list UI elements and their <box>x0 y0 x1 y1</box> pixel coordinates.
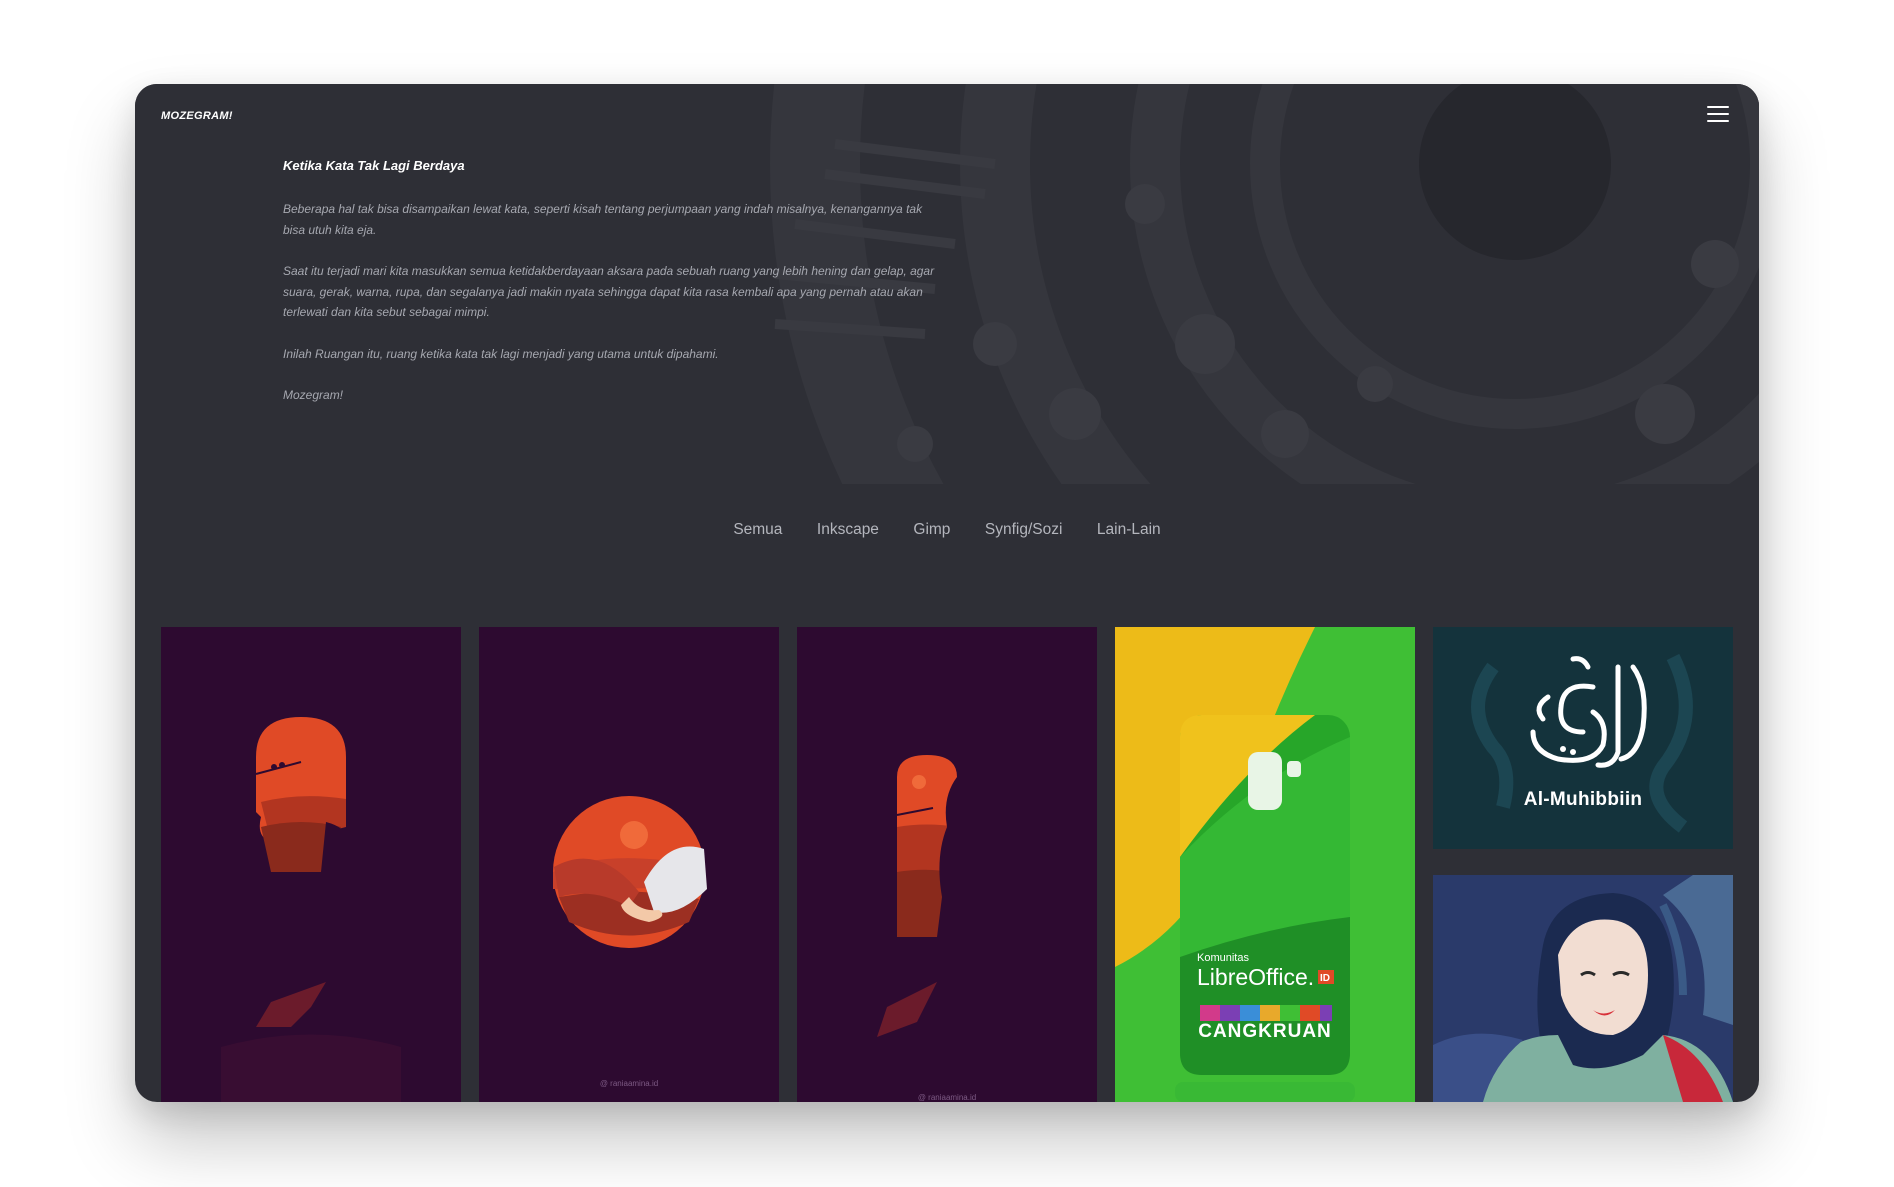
intro-text-block: Ketika Kata Tak Lagi Berdaya Beberapa ha… <box>283 158 943 427</box>
category-filter-nav: Semua Inkscape Gimp Synfig/Sozi Lain-Lai… <box>135 521 1759 539</box>
intro-paragraph: Beberapa hal tak bisa disampaikan lewat … <box>283 202 923 237</box>
libreoffice-phone-case-design: Komunitas LibreOffice. ID CANGKRUAN <box>1115 627 1415 1102</box>
hamburger-menu-icon[interactable] <box>1707 106 1729 124</box>
menu-line <box>1707 106 1729 108</box>
menu-line <box>1707 120 1729 122</box>
filter-lain-lain[interactable]: Lain-Lain <box>1097 521 1161 539</box>
intro-paragraph: Saat itu terjadi mari kita masukkan semu… <box>283 264 935 319</box>
gallery-item-holding-hands[interactable]: @ raniaamina.id <box>479 627 779 1102</box>
intro-signature: Mozegram! <box>283 388 344 402</box>
gallery-item-al-muhibbiin[interactable]: Al-Muhibbiin <box>1433 627 1733 849</box>
artwork-credit: @ raniaamina.id <box>599 1079 659 1088</box>
intro-paragraph: Inilah Ruangan itu, ruang ketika kata ta… <box>283 346 719 361</box>
al-muhibbiin-label: Al-Muhibbiin <box>1523 789 1643 810</box>
app-window: MOZEGRAM! Ketika Kata Tak Lagi Berdaya B… <box>135 84 1759 1102</box>
hero-section: MOZEGRAM! Ketika Kata Tak Lagi Berdaya B… <box>135 84 1759 484</box>
libreoffice-id-badge: ID <box>1320 973 1330 984</box>
menu-line <box>1707 113 1729 115</box>
gallery-item-libreoffice-phone-case[interactable]: Komunitas LibreOffice. ID CANGKRUAN <box>1115 627 1415 1102</box>
filter-semua[interactable]: Semua <box>733 521 782 539</box>
hijab-portrait-vector <box>1433 875 1733 1102</box>
cangkruan-text: CANGKRUAN <box>1198 1021 1332 1042</box>
brand-logo[interactable]: MOZEGRAM! <box>161 110 233 122</box>
gallery-item-couple-silhouette[interactable] <box>161 627 461 1102</box>
window-silhouette-illustration <box>797 627 1097 1102</box>
couple-silhouette-illustration <box>161 627 461 1102</box>
gallery-item-window-silhouette[interactable]: @ raniaamina.id <box>797 627 1097 1102</box>
filter-gimp[interactable]: Gimp <box>913 521 950 539</box>
artwork-credit: @ raniaamina.id <box>917 1093 977 1102</box>
al-muhibbiin-calligraphy <box>1433 627 1733 849</box>
portfolio-gallery: @ raniaamina.id @ raniaamina.id Komunita… <box>161 627 1733 1102</box>
libreoffice-big-text: LibreOffice. <box>1197 964 1314 990</box>
holding-hands-illustration <box>479 627 779 1102</box>
filter-inkscape[interactable]: Inkscape <box>817 521 879 539</box>
libreoffice-small-text: Komunitas <box>1197 952 1249 964</box>
intro-title: Ketika Kata Tak Lagi Berdaya <box>283 158 465 173</box>
cangkruan-color-band <box>1200 1005 1332 1021</box>
gallery-item-hijab-portrait[interactable] <box>1433 875 1733 1102</box>
filter-synfig-sozi[interactable]: Synfig/Sozi <box>985 521 1063 539</box>
